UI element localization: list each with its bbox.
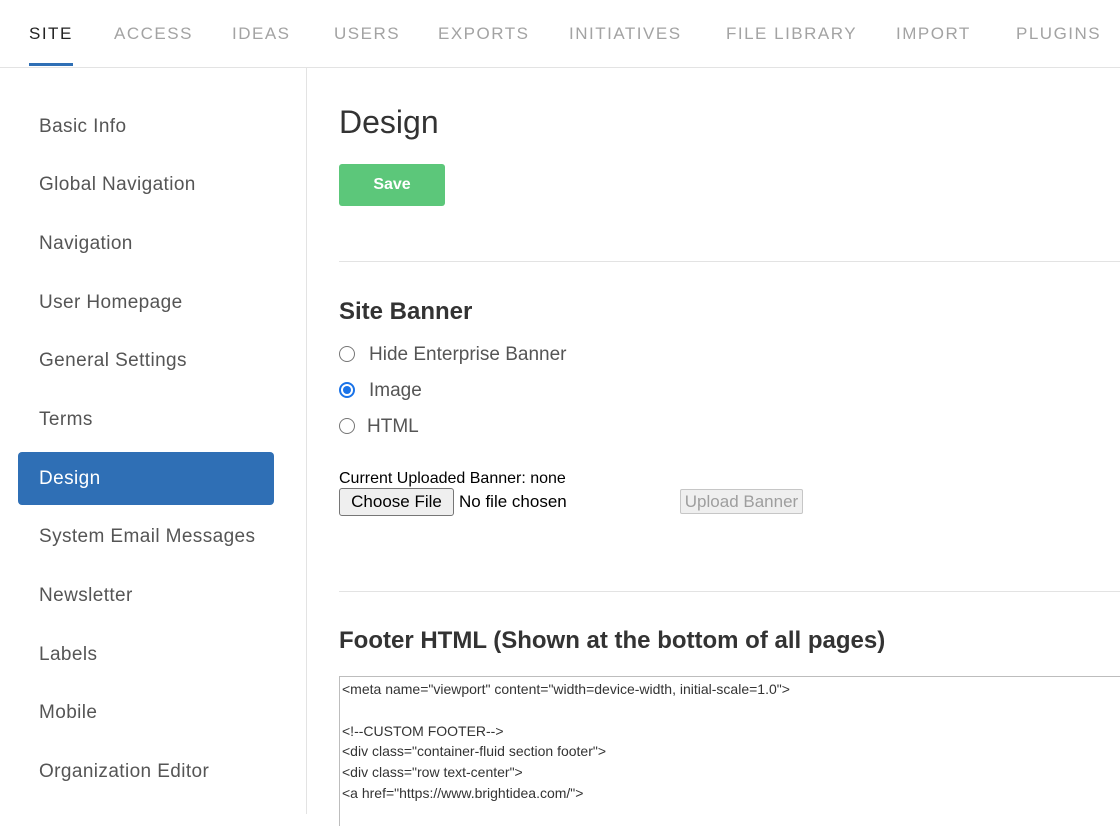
tab-exports[interactable]: EXPORTS [438, 0, 529, 68]
radio-label: Image [369, 380, 422, 401]
main-content: Design Save Site Banner Hide Enterprise … [307, 68, 1120, 826]
sidebar: Basic Info Global Navigation Navigation … [0, 68, 307, 814]
top-navigation: SITE ACCESS IDEAS USERS EXPORTS INITIATI… [0, 0, 1120, 68]
sidebar-item-user-homepage[interactable]: User Homepage [18, 276, 274, 329]
current-banner-text: Current Uploaded Banner: none [339, 470, 566, 487]
sidebar-item-label: Organization Editor [39, 761, 210, 782]
sidebar-item-labels[interactable]: Labels [18, 628, 274, 681]
radio-label: HTML [367, 416, 419, 437]
tab-import[interactable]: IMPORT [896, 0, 971, 68]
html-radio[interactable] [339, 418, 355, 434]
tab-users[interactable]: USERS [334, 0, 400, 68]
sidebar-item-system-email-messages[interactable]: System Email Messages [18, 510, 274, 563]
tab-file-library[interactable]: FILE LIBRARY [726, 0, 857, 68]
tab-ideas[interactable]: IDEAS [232, 0, 291, 68]
sidebar-item-organization-editor[interactable]: Organization Editor [18, 745, 274, 798]
sidebar-item-mobile[interactable]: Mobile [18, 686, 274, 739]
divider [339, 261, 1120, 262]
hide-banner-radio[interactable] [339, 346, 355, 362]
no-file-text: No file chosen [459, 492, 567, 511]
sidebar-item-basic-info[interactable]: Basic Info [18, 100, 274, 153]
save-button[interactable]: Save [339, 164, 445, 206]
sidebar-item-label: System Email Messages [39, 526, 256, 547]
divider [339, 591, 1120, 592]
page-title: Design [339, 104, 439, 140]
sidebar-item-label: General Settings [39, 350, 187, 371]
radio-label: Hide Enterprise Banner [369, 344, 567, 365]
footer-html-title: Footer HTML (Shown at the bottom of all … [339, 627, 886, 654]
tab-plugins[interactable]: PLUGINS [1016, 0, 1101, 68]
sidebar-item-general-settings[interactable]: General Settings [18, 334, 274, 387]
sidebar-item-label: Design [39, 468, 101, 489]
sidebar-item-label: Labels [39, 644, 98, 665]
footer-html-textarea[interactable]: <meta name="viewport" content="width=dev… [339, 676, 1120, 826]
tab-site[interactable]: SITE [29, 0, 73, 68]
sidebar-item-label: Navigation [39, 233, 133, 254]
sidebar-item-newsletter[interactable]: Newsletter [18, 569, 274, 622]
sidebar-item-global-navigation[interactable]: Global Navigation [18, 158, 274, 211]
sidebar-item-label: Basic Info [39, 116, 127, 137]
tab-access[interactable]: ACCESS [114, 0, 193, 68]
sidebar-item-navigation[interactable]: Navigation [18, 217, 274, 270]
sidebar-item-design[interactable]: Design [18, 452, 274, 505]
site-banner-title: Site Banner [339, 298, 473, 325]
sidebar-item-terms[interactable]: Terms [18, 393, 274, 446]
sidebar-item-label: Newsletter [39, 585, 133, 606]
sidebar-item-label: Mobile [39, 702, 98, 723]
sidebar-item-label: User Homepage [39, 292, 183, 313]
image-radio[interactable] [339, 382, 355, 398]
tab-initiatives[interactable]: INITIATIVES [569, 0, 682, 68]
choose-file-button[interactable]: Choose File [339, 488, 454, 516]
sidebar-item-label: Global Navigation [39, 174, 196, 195]
sidebar-item-label: Terms [39, 409, 93, 430]
upload-banner-button[interactable]: Upload Banner [680, 489, 803, 514]
